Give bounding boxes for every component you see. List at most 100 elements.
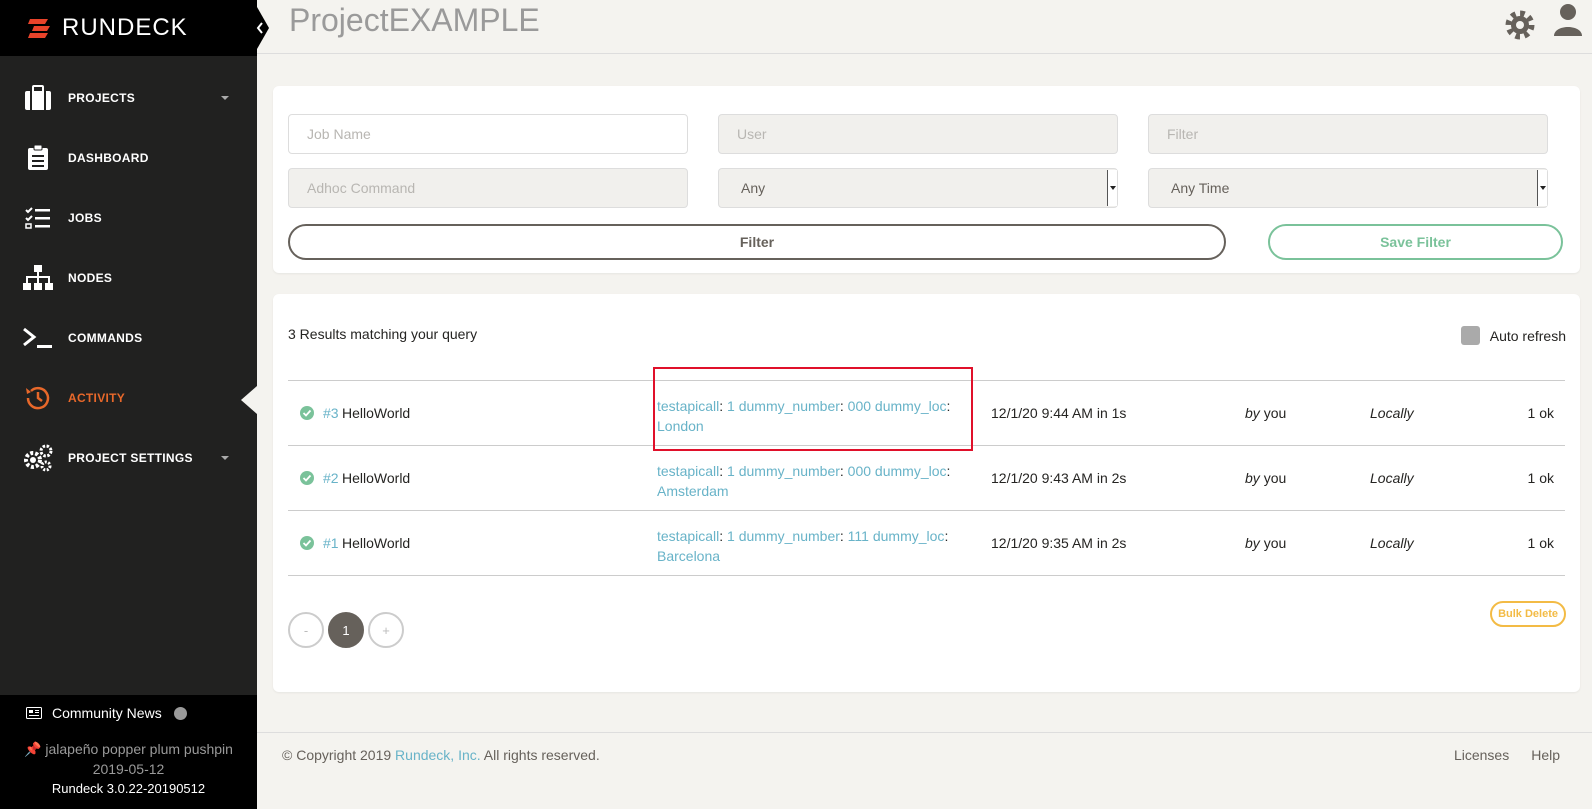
brand[interactable]: RUNDECK: [0, 0, 257, 56]
bulk-delete-button[interactable]: Bulk Delete: [1490, 601, 1566, 627]
page-header: ProjectEXAMPLE: [257, 0, 1592, 54]
results-panel: 3 Results matching your query Auto refre…: [273, 294, 1580, 692]
arg-value: Amsterdam: [657, 483, 729, 499]
news-status-dot: [173, 706, 187, 720]
sidebar-item-label: DASHBOARD: [68, 151, 149, 165]
gears-icon: [22, 442, 54, 474]
execution-id-link[interactable]: #3: [323, 405, 339, 421]
footer-links: Licenses Help: [1454, 747, 1560, 763]
status-select[interactable]: Any: [718, 168, 1118, 208]
terminal-icon: [22, 322, 54, 354]
rundeck-logo-icon: [28, 19, 50, 38]
arg-key: testapicall: [657, 463, 720, 479]
auto-refresh-toggle[interactable]: Auto refresh: [1460, 326, 1566, 345]
job-name-link[interactable]: HelloWorld: [342, 470, 410, 486]
auto-refresh-label: Auto refresh: [1489, 327, 1566, 344]
arg-value: 000: [847, 463, 872, 479]
auto-refresh-checkbox[interactable]: [1460, 326, 1480, 345]
execution-user: by you: [1245, 470, 1287, 486]
save-filter-button[interactable]: Save Filter: [1268, 224, 1563, 260]
community-news-label: Community News: [52, 705, 162, 721]
history-icon: [22, 382, 54, 414]
adhoc-command-input[interactable]: [288, 168, 688, 208]
success-check-icon: [300, 536, 314, 550]
licenses-link[interactable]: Licenses: [1454, 747, 1509, 763]
active-indicator: [241, 386, 257, 414]
filter-button[interactable]: Filter: [288, 224, 1226, 260]
community-news-link[interactable]: Community News: [0, 695, 257, 731]
dropdown-arrow-icon: [1107, 170, 1117, 206]
version-info: 📌 jalapeño popper plum pushpin 2019-05-1…: [0, 731, 257, 809]
caret-down-icon: [221, 96, 229, 100]
release-name: jalapeño popper plum pushpin: [45, 741, 233, 757]
sidebar-item-project-settings[interactable]: PROJECT SETTINGS: [0, 428, 257, 488]
sidebar-item-dashboard[interactable]: DASHBOARD: [0, 128, 257, 188]
clipboard-icon: [22, 142, 54, 174]
execution-time: 12/1/20 9:43 AM in 2s: [991, 470, 1127, 486]
user-input[interactable]: [718, 114, 1118, 154]
arg-value: Barcelona: [657, 548, 721, 564]
arg-value: 111: [847, 528, 869, 544]
version-number: Rundeck 3.0.22-20190512: [51, 781, 206, 796]
company-link[interactable]: Rundeck, Inc.: [395, 747, 481, 763]
success-check-icon: [300, 406, 314, 420]
sidebar: RUNDECK PROJECTS DASHBOARD JOBS NODES CO…: [0, 0, 257, 809]
page-footer: © Copyright 2019 Rundeck, Inc. All right…: [257, 732, 1592, 809]
results-count: 3 Results matching your query: [288, 326, 478, 342]
arg-key: dummy_number: [738, 528, 840, 544]
highlight-annotation-box: [653, 367, 973, 451]
user-icon[interactable]: [1552, 2, 1584, 36]
table-row[interactable]: #2 HelloWorld testapicall: 1 dummy_numbe…: [288, 446, 1565, 511]
newspaper-icon: [26, 707, 42, 719]
execution-outcome: 1 ok: [1527, 405, 1554, 421]
execution-time: 12/1/20 9:35 AM in 2s: [991, 535, 1127, 551]
tasks-icon: [22, 202, 54, 234]
pagination: - 1 +: [288, 612, 408, 648]
filter-panel: Any Any Time Filter Save Filter: [273, 86, 1580, 273]
execution-node: Locally: [1370, 470, 1414, 486]
sidebar-item-label: PROJECTS: [68, 91, 136, 105]
brand-name: RUNDECK: [62, 14, 188, 41]
job-arguments: testapicall: 1 dummy_number: 000 dummy_l…: [657, 463, 951, 499]
sidebar-item-projects[interactable]: PROJECTS: [0, 68, 257, 128]
time-select[interactable]: Any Time: [1148, 168, 1548, 208]
job-name-link[interactable]: HelloWorld: [342, 405, 410, 421]
release-date: 2019-05-12: [92, 761, 165, 777]
execution-id-link[interactable]: #1: [323, 535, 339, 551]
job-name-link[interactable]: HelloWorld: [342, 535, 410, 551]
copyright-text: © Copyright 2019 Rundeck, Inc. All right…: [282, 747, 600, 763]
help-link[interactable]: Help: [1531, 747, 1560, 763]
sidebar-item-label: NODES: [68, 271, 113, 285]
sidebar-item-label: PROJECT SETTINGS: [68, 451, 193, 465]
arg-value: 1: [727, 528, 735, 544]
briefcase-icon: [22, 82, 54, 114]
job-name-input[interactable]: [288, 114, 688, 154]
page-prev-button[interactable]: -: [288, 612, 324, 648]
sidebar-item-nodes[interactable]: NODES: [0, 248, 257, 308]
arg-key: dummy_number: [738, 463, 840, 479]
arg-key: testapicall: [657, 528, 720, 544]
page-next-button[interactable]: +: [368, 612, 404, 648]
sidebar-item-jobs[interactable]: JOBS: [0, 188, 257, 248]
execution-id-link[interactable]: #2: [323, 470, 339, 486]
page-current-button[interactable]: 1: [328, 612, 364, 648]
sidebar-item-activity[interactable]: ACTIVITY: [0, 368, 257, 428]
arg-key: dummy_loc: [872, 528, 945, 544]
filter-input[interactable]: [1148, 114, 1548, 154]
success-check-icon: [300, 471, 314, 485]
execution-node: Locally: [1370, 535, 1414, 551]
dropdown-arrow-icon: [1537, 170, 1547, 206]
table-row[interactable]: #1 HelloWorld testapicall: 1 dummy_numbe…: [288, 511, 1565, 576]
page-title: ProjectEXAMPLE: [289, 2, 540, 38]
sidebar-item-label: COMMANDS: [68, 331, 143, 345]
execution-node: Locally: [1370, 405, 1414, 421]
execution-user: by you: [1245, 405, 1287, 421]
execution-user: by you: [1245, 535, 1287, 551]
sitemap-icon: [22, 262, 54, 294]
pushpin-icon: 📌: [24, 741, 42, 757]
gear-icon[interactable]: [1503, 8, 1537, 42]
sidebar-item-commands[interactable]: COMMANDS: [0, 308, 257, 368]
execution-time: 12/1/20 9:44 AM in 1s: [991, 405, 1127, 421]
status-select-value: Any: [741, 180, 766, 196]
execution-outcome: 1 ok: [1527, 535, 1554, 551]
